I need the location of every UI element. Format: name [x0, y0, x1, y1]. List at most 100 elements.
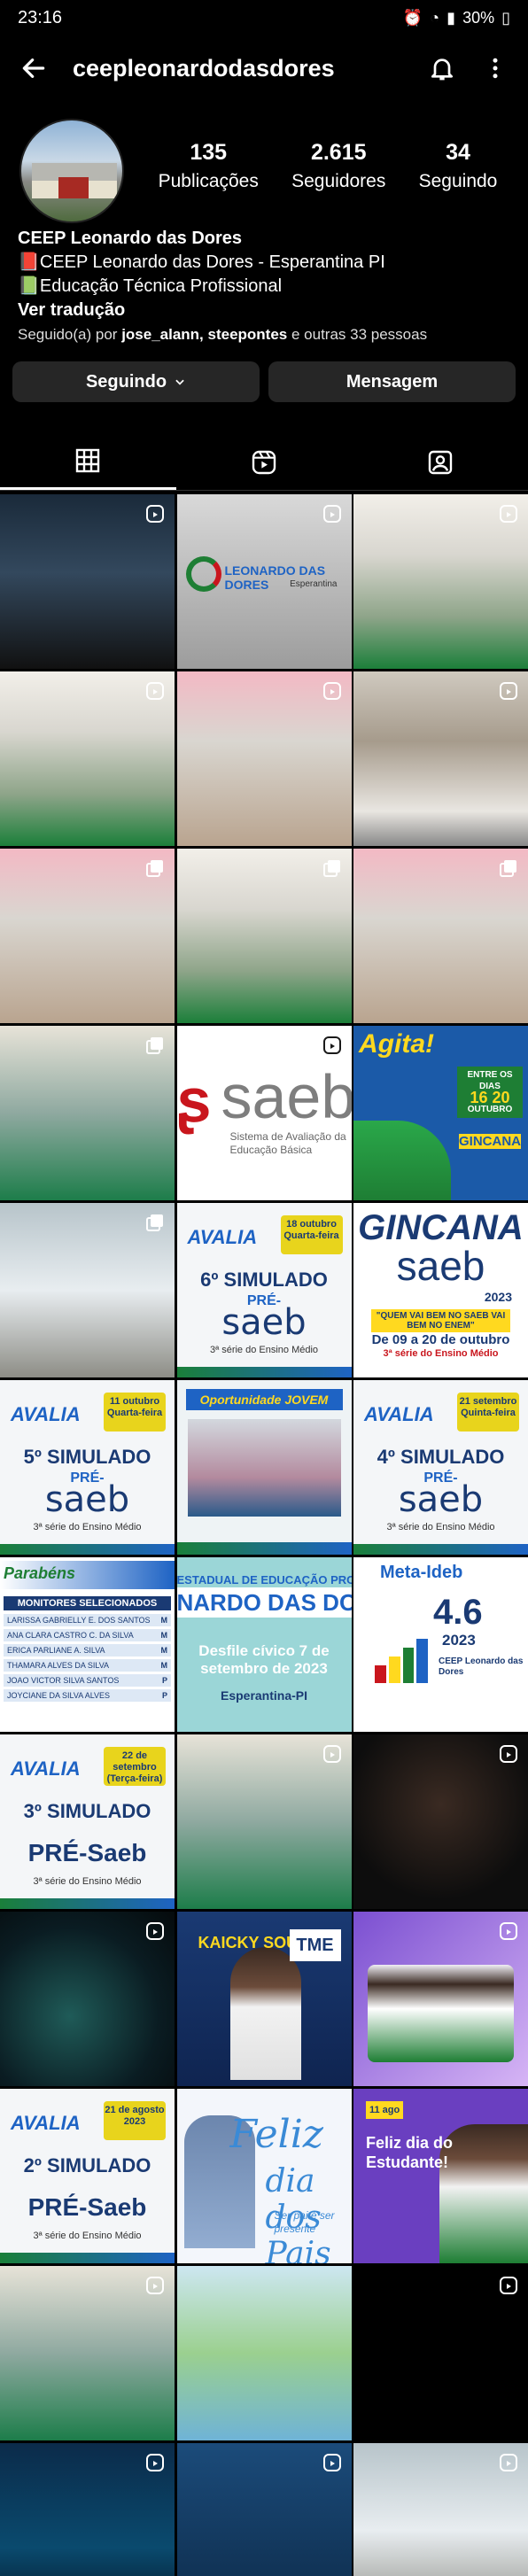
tab-posts[interactable] [0, 434, 176, 490]
post-tile[interactable] [0, 2266, 175, 2440]
post-tile[interactable] [0, 1912, 175, 2086]
chevron-down-icon [175, 379, 184, 385]
post-tile[interactable]: GINCANA saeb 2023 "QUEM VAI BEM NO SAEB … [353, 1203, 528, 1377]
post-tile[interactable]: ʂ saeb Sistema de Avaliação da Educação B… [176, 1026, 352, 1200]
post-tile[interactable]: ESTADUAL DE EDUCAÇÃO PROFI NARDO DAS DO … [176, 1557, 352, 1732]
status-bar: 23:16 ⏰ ◔ ▮ 30% ▯ [0, 0, 528, 35]
post-tile[interactable]: KAICKY SOUZA TME [176, 1912, 352, 2086]
following-button[interactable]: Seguindo [12, 361, 260, 402]
post-tile[interactable] [176, 1734, 352, 1909]
see-translation-link[interactable]: Ver tradução [18, 299, 514, 322]
reel-badge-icon [500, 1922, 517, 1940]
followed-by[interactable]: Seguido(a) por jose_alann, steepontes e … [18, 322, 514, 346]
post-tile[interactable] [176, 671, 352, 846]
school-logo-icon [185, 556, 221, 592]
profile-stats: 135 Publicações 2.615 Seguidores 34 Segu… [142, 140, 514, 192]
post-tile[interactable] [353, 849, 528, 1023]
post-tile[interactable]: AVALIA 22 de setembro (Terça-feira) 3º S… [0, 1734, 175, 1909]
post-tile[interactable]: Parabéns MONITORES SELECIONADOS LARISSA … [0, 1557, 175, 1732]
list-item: LARISSA GABRIELLY E. DOS SANTOS M [4, 1614, 171, 1626]
stat-followers[interactable]: 2.615 Seguidores [291, 140, 385, 192]
clock: 23:16 [18, 7, 63, 27]
reels-icon [252, 450, 276, 474]
reel-badge-icon [146, 2277, 164, 2294]
list-item: THAMARA ALVES DA SILVA M [4, 1659, 171, 1672]
post-tile[interactable] [0, 1203, 175, 1377]
post-tile[interactable] [353, 494, 528, 669]
grid-icon [76, 448, 100, 473]
reel-badge-icon [322, 2454, 341, 2471]
username: ceepleonardodasdores [73, 54, 335, 81]
post-tile[interactable] [0, 1026, 175, 1200]
post-tile[interactable]: Meta-Ideb 4.6 2023 CEEP Leonardo das Dor… [353, 1557, 528, 1732]
post-tile[interactable]: Feliz dia dos Pais Ser pai é ser present… [176, 2089, 352, 2263]
reel-badge-icon [500, 2454, 517, 2471]
back-button[interactable] [12, 47, 55, 89]
post-tile[interactable] [0, 671, 175, 846]
post-tile[interactable] [0, 2443, 175, 2576]
message-button[interactable]: Mensagem [268, 361, 516, 402]
post-tile[interactable] [0, 494, 175, 669]
bio-line: 📗Educação Técnica Profissional [18, 276, 283, 296]
profile-actions: Seguindo Mensagem [12, 361, 516, 402]
post-tile[interactable]: LEONARDO DAS DORES Esperantina [176, 494, 352, 669]
notifications-button[interactable] [422, 48, 462, 89]
alarm-icon: ⏰ [402, 8, 423, 27]
posts-grid: LEONARDO DAS DORES Esperantina ʂ saeb Si… [0, 494, 528, 2576]
bio-line: 📕CEEP Leonardo das Dores - Esperantina P… [18, 252, 385, 272]
post-tile[interactable] [176, 2266, 352, 2440]
post-tile[interactable] [176, 849, 352, 1023]
carousel-badge-icon [500, 860, 516, 877]
tagged-icon [428, 450, 452, 474]
wifi-icon: ◔ [430, 8, 440, 27]
post-tile[interactable]: AVALIA 21 de agosto 2023 2º SIMULADO PRÉ… [0, 2089, 175, 2263]
reel-badge-icon [146, 2454, 164, 2471]
stat-posts[interactable]: 135 Publicações [159, 140, 259, 192]
reel-badge-icon [322, 505, 341, 523]
carousel-badge-icon [146, 860, 163, 877]
reel-badge-icon [322, 682, 341, 700]
post-tile[interactable] [353, 1734, 528, 1909]
avatar[interactable] [19, 119, 124, 223]
post-tile[interactable]: AVALIA 11 outubro Quarta-feira 5º SIMULA… [0, 1380, 175, 1555]
post-tile[interactable] [353, 2443, 528, 2576]
post-tile[interactable]: Oportunidade JOVEM [176, 1380, 352, 1555]
monitors-list: LARISSA GABRIELLY E. DOS SANTOS M ANA CLA… [4, 1614, 171, 1704]
bell-icon [431, 58, 453, 81]
reel-badge-icon [500, 2277, 517, 2294]
post-tile[interactable] [353, 671, 528, 846]
list-item: ERICA PARLIANE A. SILVA M [4, 1644, 171, 1657]
reel-badge-icon [146, 1922, 164, 1940]
carousel-badge-icon [322, 860, 340, 877]
reel-badge-icon [500, 505, 517, 523]
post-tile[interactable]: Agita! ENTRE OS DIAS 16 20 OUTUBRO GINCA… [353, 1026, 528, 1200]
profile-bio: CEEP Leonardo das Dores 📕CEEP Leonardo d… [18, 227, 514, 346]
carousel-badge-icon [146, 1214, 163, 1231]
list-item: JOYCIANE DA SILVA ALVES P [4, 1689, 171, 1702]
battery-icon: ▯ [501, 8, 510, 27]
post-tile[interactable]: 11 ago Feliz dia do Estudante! [353, 2089, 528, 2263]
profile-tabs [0, 434, 528, 491]
post-tile[interactable]: AVALIA 21 setembro Quinta-feira 4º SIMUL… [353, 1380, 528, 1555]
post-tile[interactable] [176, 2443, 352, 2576]
more-button[interactable] [475, 48, 516, 89]
list-item: JOAO VICTOR SILVA SANTOS P [4, 1674, 171, 1687]
profile-summary: 135 Publicações 2.615 Seguidores 34 Segu… [0, 115, 528, 223]
more-vertical-icon [493, 58, 498, 79]
post-tile[interactable] [353, 1912, 528, 2086]
reel-badge-icon [322, 1036, 341, 1054]
tab-tagged[interactable] [352, 434, 528, 490]
post-tile[interactable] [0, 849, 175, 1023]
profile-header: ceepleonardodasdores [0, 39, 528, 97]
battery-level: 30% [462, 8, 495, 27]
post-tile[interactable] [353, 2266, 528, 2440]
reel-badge-icon [322, 1745, 341, 1763]
profile-name: CEEP Leonardo das Dores [18, 229, 243, 248]
tab-reels[interactable] [176, 434, 353, 490]
list-item: ANA CLARA CASTRO C. DA SILVA M [4, 1629, 171, 1641]
post-tile[interactable]: AVALIA 18 outubro Quarta-feira 6º SIMULA… [176, 1203, 352, 1377]
stat-following[interactable]: 34 Seguindo [419, 140, 498, 192]
carousel-badge-icon [146, 1037, 163, 1054]
saeb-logo-icon: ʂ [176, 1066, 212, 1135]
reel-badge-icon [146, 682, 164, 700]
